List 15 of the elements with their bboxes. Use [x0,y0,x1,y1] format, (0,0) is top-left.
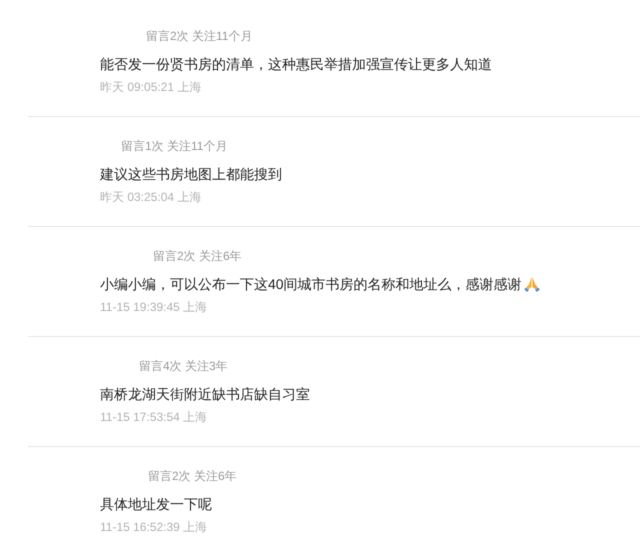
comment-time: 11-15 17:53:54 上海 [100,409,208,426]
comment-text: 具体地址发一下呢 [100,494,212,514]
comment-time: 11-15 19:39:45 上海 [100,299,208,316]
comment-meta: 留言4次 关注3年 [139,358,228,375]
comment-text: 小编小编，可以公布一下这40间城市书房的名称和地址么，感谢感谢 [100,274,522,294]
comment-text: 南桥龙湖天街附近缺书店缺自习室 [100,384,310,404]
comment-meta: 留言2次 关注6年 [153,248,242,265]
comment-meta: 留言2次 关注6年 [148,468,237,485]
comment-text: 能否发一份贤书房的清单，这种惠民举措加强宣传让更多人知道 [100,54,492,74]
comment-meta: 留言1次 关注11个月 [121,138,228,155]
comment-meta: 留言2次 关注11个月 [146,28,252,45]
comment-time: 昨天 03:25:04 上海 [100,189,202,206]
comment-time: 昨天 09:05:21 上海 [100,79,202,96]
comment-text: 建议这些书房地图上都能搜到 [100,164,282,184]
comment-time: 11-15 16:52:39 上海 [100,519,208,536]
